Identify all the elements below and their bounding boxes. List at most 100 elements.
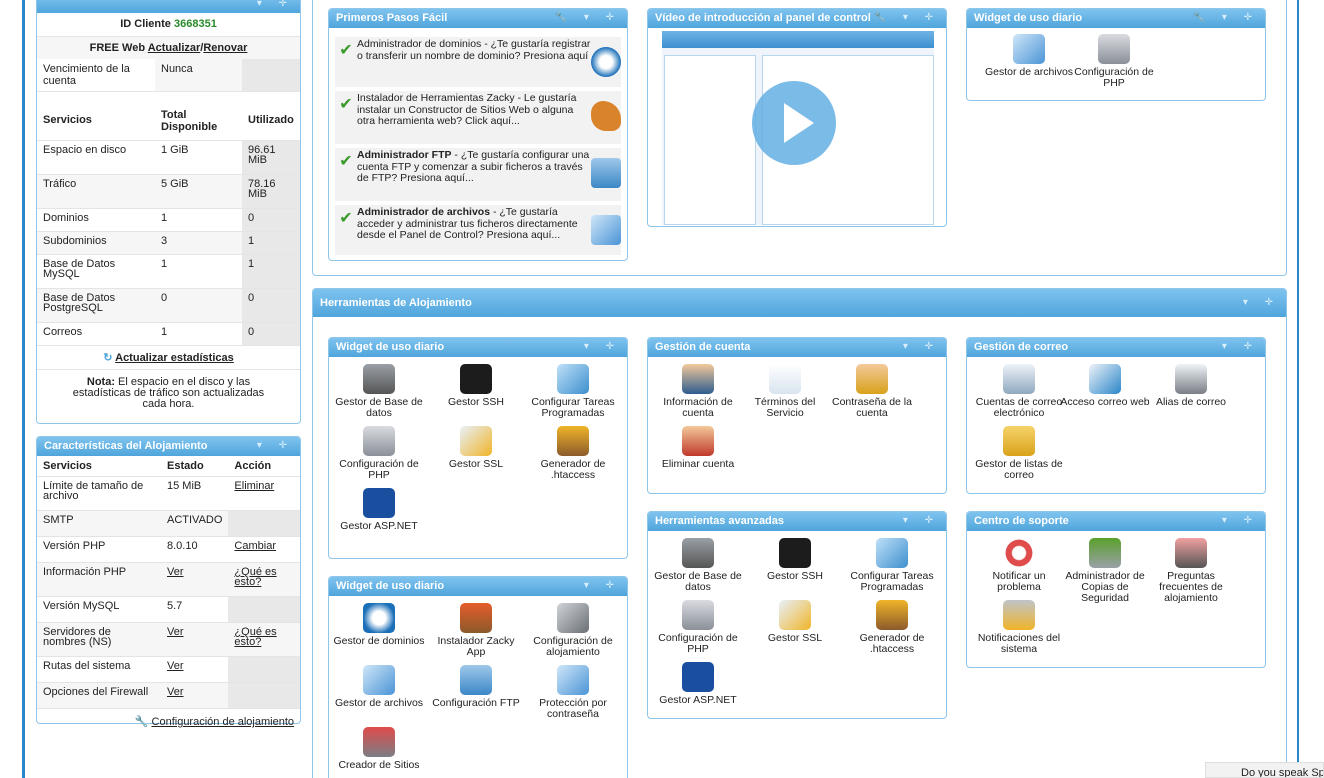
update-stats-link[interactable]: Actualizar estadísticas [115,352,234,364]
feature-state: 5.7 [161,596,229,623]
service-service: Subdominios [37,231,155,255]
features-title: Características del Alojamiento [44,440,208,452]
database-icon [682,538,714,568]
renew-plan-link[interactable]: Renovar [203,42,247,54]
account-stats-panel: ▾ ✛ ID Cliente 3668351 FREE Web Actualiz… [36,0,301,424]
feature-action[interactable]: ¿Qué es esto? [228,562,300,597]
service-total: 1 [155,322,242,346]
tool-backup-link[interactable]: Administrador de Copias de Seguridad [1057,538,1153,604]
terminal-icon [779,538,811,568]
feature-action[interactable]: ¿Qué es esto? [228,622,300,657]
tool-mail-user-link[interactable]: Cuentas de correo electrónico [971,364,1067,419]
feature-state[interactable]: Ver [161,622,229,657]
service-used: 1 [242,254,300,289]
feature-action[interactable]: Eliminar [228,476,300,511]
tool-files-link[interactable]: Gestor de archivos [331,665,427,709]
video-thumbnail[interactable] [662,31,934,225]
first-step-text: Administrador FTP - ¿Te gustaría configu… [357,148,591,185]
account-mgmt-header: Gestión de cuenta ▾ ✛ [648,338,946,357]
feat-col-services: Servicios [37,456,161,477]
tool-document-link[interactable]: Términos del Servicio [737,364,833,419]
tool-terminal-link[interactable]: Gestor SSH [428,364,524,408]
tool-php-link[interactable]: Configuración de PHP [1066,34,1162,89]
video-title: Vídeo de introducción al panel de contro… [655,12,871,24]
first-step-text: Administrador de archivos - ¿Te gustaría… [357,205,591,242]
video-header: Vídeo de introducción al panel de contro… [648,9,946,28]
tool-warning-gear-link[interactable]: Notificaciones del sistema [971,600,1067,655]
first-steps-panel: Primeros Pasos Fácil 🔧 ▾ ✛ ✔ Administrado… [328,8,628,261]
tool-tools-link[interactable]: Configuración de alojamiento [525,603,621,658]
service-service: Dominios [37,208,155,232]
tool-php-link[interactable]: Configuración de PHP [331,426,427,481]
play-icon [784,103,814,143]
mail-mgmt-title: Gestión de correo [974,341,1069,353]
tool-ssl-lock-link[interactable]: Gestor SSL [428,426,524,470]
advanced-header: Herramientas avanzadas ▾ ✛ [648,512,946,531]
feature-state[interactable]: Ver [161,656,229,683]
first-step-domains[interactable]: ✔ Administrador de dominios - ¿Te gustar… [335,37,621,88]
frame-border-left [22,0,25,778]
feature-state[interactable]: Ver [161,562,229,597]
feature-row: SMTP ACTIVADO [37,510,300,537]
first-step-zacky[interactable]: ✔ Instalador de Herramientas Zacky - Le … [335,91,621,145]
feature-action[interactable]: Cambiar [228,536,300,563]
service-service: Correos [37,322,155,346]
tool-password-folder-link[interactable]: Protección por contraseña [525,665,621,720]
expiry-table: Vencimiento de la cuenta Nunca [37,59,300,92]
service-total: 1 [155,208,242,232]
tool-files-link[interactable]: Gestor de archivos [981,34,1077,78]
tool-aspnet-link[interactable]: Gestor ASP.NET [650,662,746,706]
backup-icon [1089,538,1121,568]
feature-state: ACTIVADO [161,510,229,537]
first-step-ftp[interactable]: ✔ Administrador FTP - ¿Te gustaría confi… [335,148,621,202]
tool-clock-link[interactable]: Configurar Tareas Programadas [525,364,621,419]
check-icon: ✔ [339,42,353,59]
tool-faq-link[interactable]: Preguntas frecuentes de alojamiento [1143,538,1239,604]
tool-www-link[interactable]: Gestor de dominios [331,603,427,647]
tool-webmail-link[interactable]: Acceso correo web [1057,364,1153,408]
tool-label: Notificar un problema [992,570,1046,593]
ftp-icon [591,158,621,188]
tool-user-delete-link[interactable]: Eliminar cuenta [650,426,746,470]
tool-php-link[interactable]: Configuración de PHP [650,600,746,655]
service-row: Base de Datos PostgreSQL 0 0 [37,288,300,323]
tool-database-link[interactable]: Gestor de Base de datos [650,538,746,593]
feature-state[interactable]: Ver [161,682,229,709]
tool-user-lock-link[interactable]: Contraseña de la cuenta [824,364,920,419]
user-lock-icon [856,364,888,394]
tool-site-builder-link[interactable]: Creador de Sitios [331,727,427,771]
feature-state: 15 MiB [161,476,229,511]
tool-kangaroo-link[interactable]: Instalador Zacky App [428,603,524,658]
tool-mail-list-link[interactable]: Gestor de listas de correo [971,426,1067,481]
language-prompt[interactable]: Do you speak Sp [1205,762,1324,778]
daily1-header: Widget de uso diario ▾ ✛ [329,338,627,357]
tool-user-link[interactable]: Información de cuenta [650,364,746,419]
tool-lifebuoy-link[interactable]: Notificar un problema [971,538,1067,593]
service-row: Dominios 1 0 [37,208,300,232]
daily-widget-1: Widget de uso diario ▾ ✛ Gestor de Base de… [328,337,628,559]
account-management-panel: Gestión de cuenta ▾ ✛ Información de cuent… [647,337,947,494]
tool-ssl-lock-link[interactable]: Gestor SSL [747,600,843,644]
aspnet-icon [363,488,395,518]
col-used: Utilizado [242,104,300,141]
tool-label: Contraseña de la cuenta [832,396,912,419]
advanced-tools-panel: Herramientas avanzadas ▾ ✛ Gestor de Base … [647,511,947,719]
service-row: Espacio en disco 1 GiB 96.61 MiB [37,140,300,175]
service-row: Tráfico 5 GiB 78.16 MiB [37,174,300,209]
user-icon [682,364,714,394]
play-button[interactable] [752,81,836,165]
tool-terminal-link[interactable]: Gestor SSH [747,538,843,582]
tool-aspnet-link[interactable]: Gestor ASP.NET [331,488,427,532]
tool-safe-link[interactable]: Generador de .htaccess [525,426,621,481]
tool-safe-link[interactable]: Generador de .htaccess [844,600,940,655]
first-step-files[interactable]: ✔ Administrador de archivos - ¿Te gustar… [335,205,621,256]
update-plan-link[interactable]: Actualizar [148,42,201,54]
ssl-lock-icon [779,600,811,630]
tool-database-link[interactable]: Gestor de Base de datos [331,364,427,419]
plan-name: FREE Web [89,42,146,54]
faq-icon [1175,538,1207,568]
tool-mail-alias-link[interactable]: Alias de correo [1143,364,1239,408]
tool-ftp-link[interactable]: Configuración FTP [428,665,524,709]
hosting-config-link[interactable]: Configuración de alojamiento [152,716,294,728]
tool-clock-link[interactable]: Configurar Tareas Programadas [844,538,940,593]
